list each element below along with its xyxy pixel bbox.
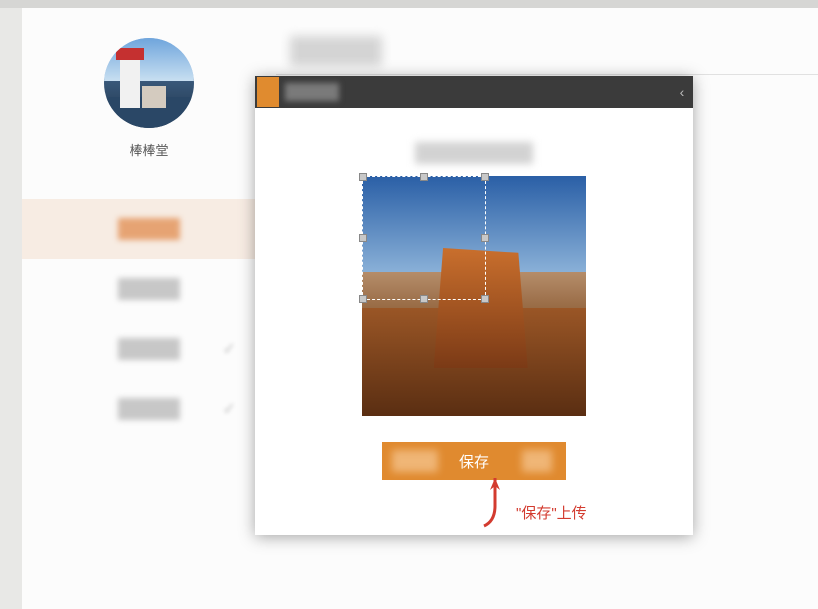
sidebar-item-1[interactable] bbox=[22, 199, 276, 259]
page-title bbox=[290, 36, 382, 66]
sidebar-item-label bbox=[118, 278, 180, 300]
sidebar-item-label bbox=[118, 218, 180, 240]
crop-handle-e[interactable] bbox=[481, 234, 489, 242]
top-strip bbox=[0, 0, 818, 8]
titlebar-accent bbox=[257, 77, 279, 107]
crop-handle-nw[interactable] bbox=[359, 173, 367, 181]
divider bbox=[276, 74, 818, 75]
crop-handle-n[interactable] bbox=[420, 173, 428, 181]
annotation-text: "保存"上传 bbox=[516, 502, 587, 523]
crop-handle-ne[interactable] bbox=[481, 173, 489, 181]
sidebar: 棒棒堂 ✓ ✓ bbox=[22, 8, 276, 609]
modal-subtitle bbox=[415, 142, 533, 164]
crop-canvas[interactable] bbox=[362, 176, 586, 416]
check-icon: ✓ bbox=[223, 339, 236, 359]
crop-handle-w[interactable] bbox=[359, 234, 367, 242]
sidebar-menu: ✓ ✓ bbox=[22, 199, 276, 439]
close-button[interactable]: ‹ bbox=[671, 76, 693, 108]
save-button-label: 保存 bbox=[459, 454, 489, 471]
crop-handle-sw[interactable] bbox=[359, 295, 367, 303]
username: 棒棒堂 bbox=[22, 140, 276, 159]
sidebar-item-label bbox=[118, 338, 180, 360]
image-crop-modal: ‹ 保存 bbox=[255, 76, 693, 535]
sidebar-item-2[interactable] bbox=[22, 259, 276, 319]
sidebar-item-3[interactable]: ✓ bbox=[22, 319, 276, 379]
crop-handle-s[interactable] bbox=[420, 295, 428, 303]
crop-handle-se[interactable] bbox=[481, 295, 489, 303]
check-icon: ✓ bbox=[223, 399, 236, 419]
sidebar-item-label bbox=[118, 398, 180, 420]
save-button[interactable]: 保存 bbox=[382, 442, 566, 480]
sidebar-item-4[interactable]: ✓ bbox=[22, 379, 276, 439]
chevron-left-icon: ‹ bbox=[680, 84, 685, 100]
modal-title bbox=[285, 83, 339, 101]
avatar[interactable] bbox=[104, 38, 194, 128]
crop-selection[interactable] bbox=[362, 176, 486, 300]
modal-titlebar: ‹ bbox=[255, 76, 693, 108]
